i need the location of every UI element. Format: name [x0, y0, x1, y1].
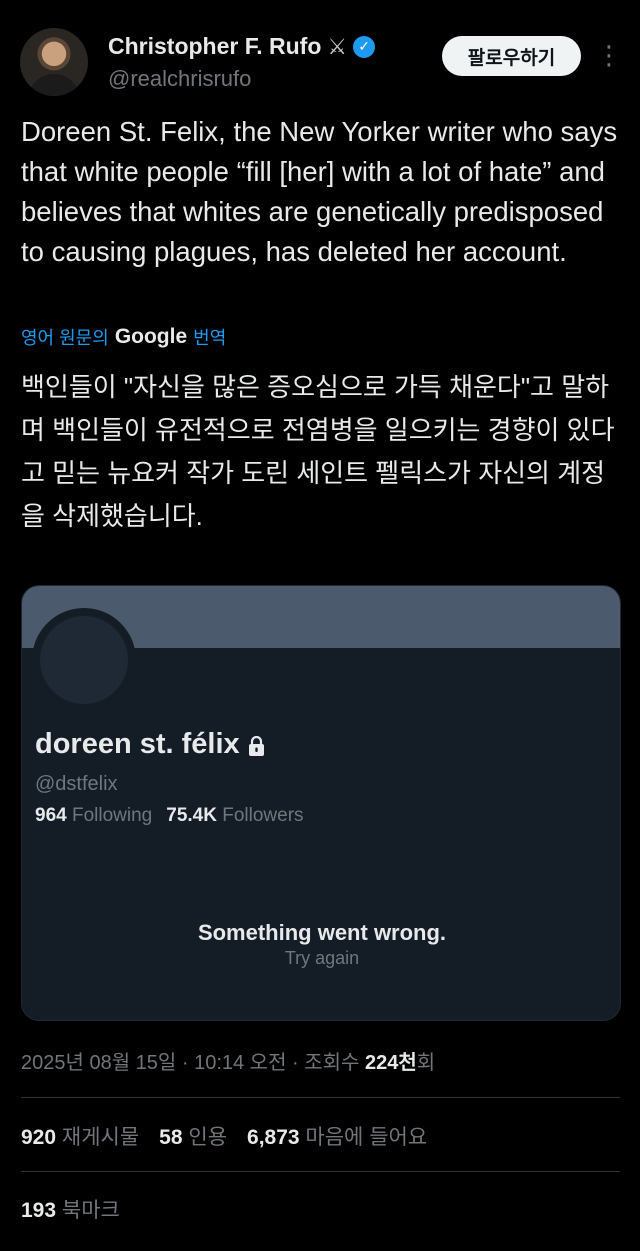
- author-name[interactable]: Christopher F. Rufo: [108, 33, 321, 60]
- tweet-header: Christopher F. Rufo ⚔ ✓ @realchrisrufo 팔…: [0, 0, 640, 110]
- quotes-label: 인용: [188, 1126, 228, 1149]
- quotes-stat[interactable]: 58 인용: [159, 1121, 227, 1151]
- crossed-swords-icon: ⚔: [327, 33, 348, 59]
- embedded-profile-card[interactable]: doreen st. félix @dstfelix 964 Following…: [21, 585, 621, 1021]
- lock-icon: [248, 735, 264, 756]
- translate-suffix: 번역: [193, 328, 227, 348]
- profile-handle: @dstfelix: [35, 773, 118, 795]
- verified-badge-icon[interactable]: ✓: [353, 35, 376, 58]
- translate-prefix: 영어 원문의: [21, 328, 109, 348]
- translated-text: 백인들이 "자신을 많은 증오심으로 가득 채운다"고 말하며 백인들이 유전적…: [21, 372, 615, 531]
- error-message: Something went wrong.: [197, 920, 447, 945]
- followers-stat[interactable]: 75.4K Followers: [166, 805, 303, 827]
- author-avatar[interactable]: [20, 28, 88, 96]
- retweets-count: 920: [21, 1126, 57, 1149]
- translate-link[interactable]: 영어 원문의 Google 번역: [21, 324, 226, 350]
- more-options-icon[interactable]: ⋮: [596, 40, 622, 72]
- divider: [21, 1171, 620, 1172]
- engagement-stats: 920 재게시물 58 인용 6,873 마음에 들어요: [21, 1121, 427, 1151]
- bookmarks-stat[interactable]: 193 북마크: [21, 1194, 120, 1224]
- retweets-label: 재게시물: [61, 1126, 140, 1149]
- author-handle[interactable]: @realchrisrufo: [108, 66, 251, 92]
- likes-label: 마음에 들어요: [305, 1126, 428, 1149]
- likes-stat[interactable]: 6,873 마음에 들어요: [247, 1121, 427, 1151]
- profile-name-row: doreen st. félix: [35, 728, 265, 761]
- tweet-meta: 2025년 08월 15일 · 10:14 오전 · 조회수 224천회: [21, 1046, 435, 1075]
- tweet-text: Doreen St. Felix, the New Yorker writer …: [21, 116, 618, 267]
- retweets-stat[interactable]: 920 재게시물: [21, 1121, 139, 1151]
- try-again-link[interactable]: Try again: [22, 948, 620, 969]
- bookmarks-count: 193: [21, 1199, 57, 1222]
- following-stat[interactable]: 964 Following: [35, 805, 152, 827]
- following-label: Following: [71, 805, 153, 826]
- profile-name[interactable]: doreen st. félix: [35, 728, 240, 761]
- likes-count: 6,873: [247, 1126, 300, 1149]
- divider: [21, 1097, 620, 1098]
- google-logo: Google: [114, 325, 188, 348]
- bookmarks-label: 북마크: [61, 1199, 120, 1222]
- followers-label: Followers: [222, 805, 304, 826]
- author-name-row: Christopher F. Rufo ⚔ ✓: [108, 33, 376, 60]
- profile-stats: 964 Following 75.4K Followers: [35, 805, 304, 827]
- view-suffix: 회: [416, 1052, 436, 1074]
- followers-count: 75.4K: [166, 805, 217, 826]
- following-count: 964: [35, 805, 67, 826]
- view-count: 224천: [365, 1052, 417, 1074]
- tweet-timestamp[interactable]: 2025년 08월 15일 · 10:14 오전 · 조회수: [21, 1052, 359, 1074]
- quotes-count: 58: [159, 1126, 183, 1149]
- profile-avatar[interactable]: [32, 608, 136, 712]
- follow-button[interactable]: 팔로우하기: [442, 36, 581, 76]
